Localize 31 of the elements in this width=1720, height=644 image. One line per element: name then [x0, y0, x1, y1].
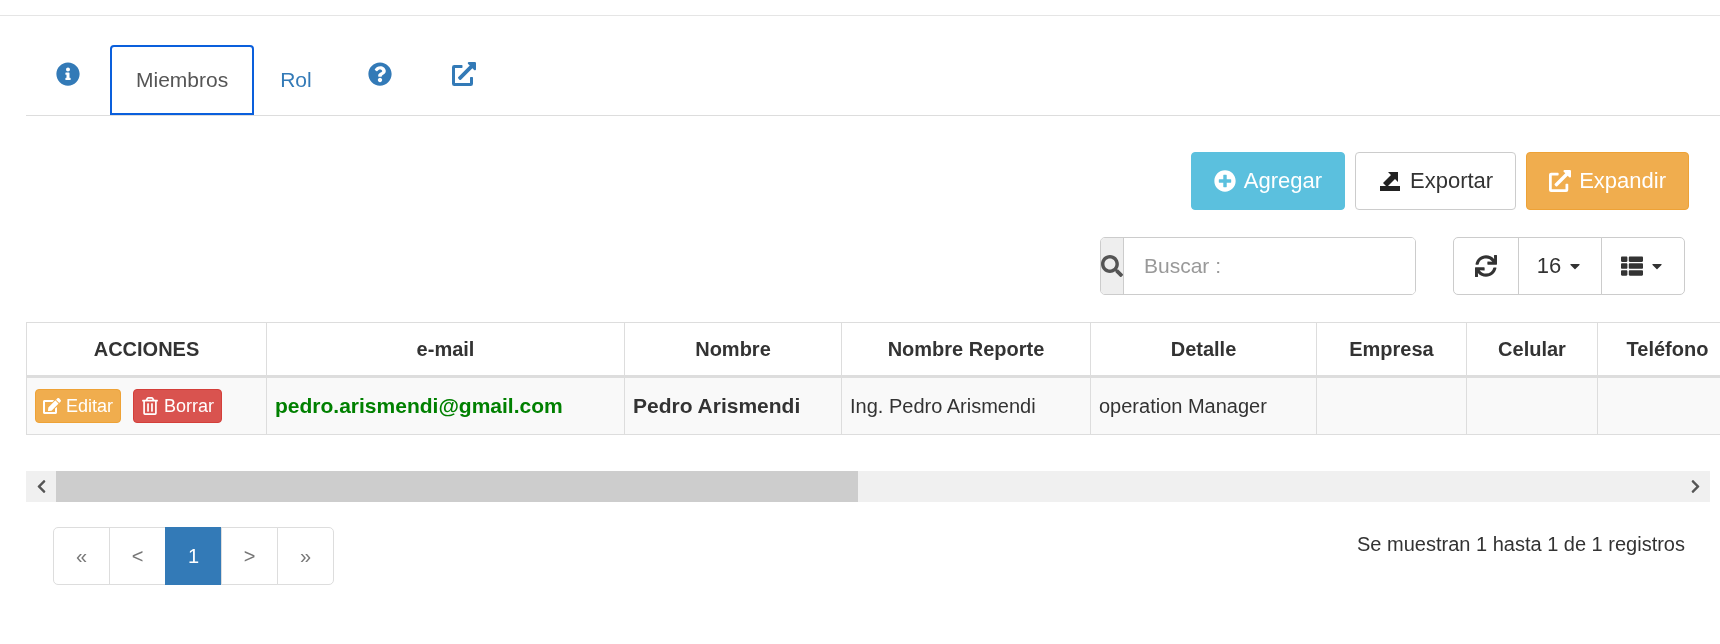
export-button[interactable]: Exportar — [1355, 152, 1517, 210]
tab[interactable]: Miembros — [110, 45, 255, 115]
external-link-icon — [451, 62, 476, 86]
info-icon — [56, 62, 80, 86]
page-button[interactable]: » — [277, 527, 334, 585]
tab[interactable]: Rol — [254, 45, 338, 115]
detail-text: operation Manager — [1099, 394, 1267, 417]
refresh-button[interactable] — [1453, 237, 1519, 295]
export-icon — [1378, 169, 1402, 193]
page-size-button[interactable]: 16 — [1518, 237, 1602, 295]
trash-icon — [141, 397, 160, 415]
scrollbar-thumb[interactable] — [56, 471, 858, 502]
email-text: pedro.arismendi@gmail.com — [275, 394, 563, 417]
plus-icon — [1213, 170, 1236, 192]
delete-button[interactable]: Borrar — [133, 389, 223, 423]
page-button[interactable]: < — [109, 527, 166, 585]
search-field[interactable]: Buscar : — [1100, 237, 1416, 295]
scrollbar[interactable] — [26, 471, 1710, 502]
external-link-icon — [1549, 170, 1572, 192]
search-icon — [1101, 255, 1123, 277]
page-button[interactable]: 1 — [165, 527, 222, 585]
page-button[interactable]: > — [221, 527, 278, 585]
edit-icon — [43, 397, 61, 415]
columns-button[interactable] — [1601, 237, 1685, 295]
list-icon — [1621, 255, 1643, 277]
report-name-text: Ing. Pedro Arismendi — [850, 394, 1036, 417]
refresh-icon — [1475, 255, 1497, 277]
page-button[interactable]: « — [53, 527, 110, 585]
name-text: Pedro Arismendi — [633, 394, 801, 417]
help-icon — [367, 62, 392, 86]
records-summary: Se muestran 1 hasta 1 de 1 registros — [1357, 533, 1685, 556]
